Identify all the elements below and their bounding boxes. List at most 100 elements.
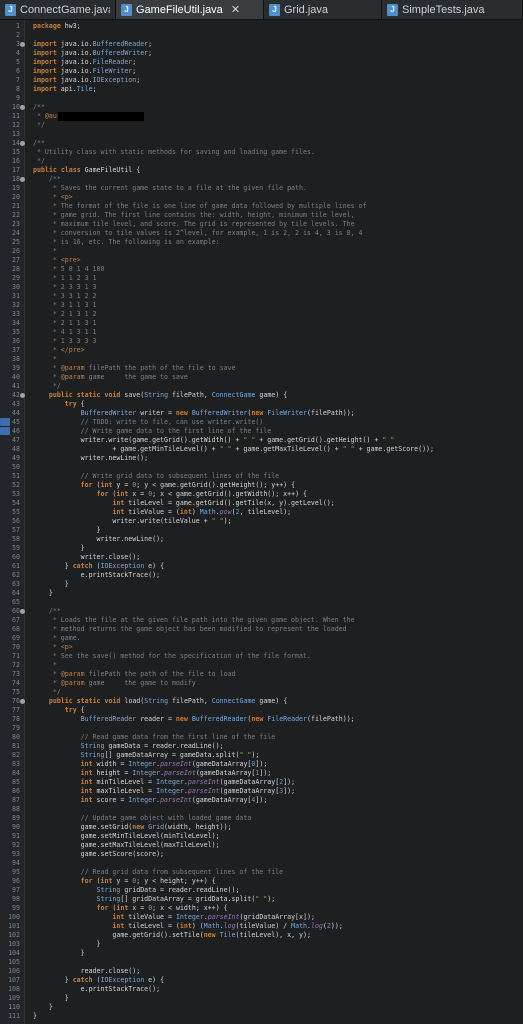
code-line[interactable]: 16 */ [0,157,523,166]
code-line[interactable]: 101 int tileLevel = (int) (Math.log(tile… [0,922,523,931]
code-line[interactable]: 66 /** [0,607,523,616]
code-line[interactable]: 22 * game grid. The first line contains … [0,211,523,220]
code-line[interactable]: 105 [0,958,523,967]
code-line[interactable]: 76 public static void load(String filePa… [0,697,523,706]
code-line[interactable]: 43 try { [0,400,523,409]
code-line[interactable]: 74 * @param game the game to modify [0,679,523,688]
code-line[interactable]: 40 * @param game the game to save [0,373,523,382]
code-line[interactable]: 110 } [0,1003,523,1012]
code-line[interactable]: 96 for (int y = 0; y < height; y++) { [0,877,523,886]
code-line[interactable]: 75 */ [0,688,523,697]
code-line[interactable]: 46 // Write game data to the first line … [0,427,523,436]
code-line[interactable]: 98 String[] gridDataArray = gridData.spl… [0,895,523,904]
code-line[interactable]: 41 */ [0,382,523,391]
code-line[interactable]: 71 * See the save() method for the speci… [0,652,523,661]
code-line[interactable]: 38 * [0,355,523,364]
code-line[interactable]: 45 // TODO: write to file, can use write… [0,418,523,427]
code-line[interactable]: 103 } [0,940,523,949]
code-line[interactable]: 92 game.setMaxTileLevel(maxTileLevel); [0,841,523,850]
code-line[interactable]: 65 [0,598,523,607]
code-line[interactable]: 42 public static void save(String filePa… [0,391,523,400]
code-line[interactable]: 93 game.setScore(score); [0,850,523,859]
code-line[interactable]: 85 int minTileLevel = Integer.parseInt(g… [0,778,523,787]
code-line[interactable]: 23 * maximum tile level, and score. The … [0,220,523,229]
code-line[interactable]: 68 * method returns the game object has … [0,625,523,634]
code-line[interactable]: 18 /** [0,175,523,184]
code-line[interactable]: 29 * 1 1 2 3 1 [0,274,523,283]
code-line[interactable]: 108 e.printStackTrace(); [0,985,523,994]
code-line[interactable]: 81 String gameData = reader.readLine(); [0,742,523,751]
code-line[interactable]: 19 * Saves the current game state to a f… [0,184,523,193]
code-line[interactable]: 52 for (int y = 0; y < game.getGrid().ge… [0,481,523,490]
code-line[interactable]: 99 for (int x = 0; x < width; x++) { [0,904,523,913]
code-line[interactable]: 11 * @author [0,112,523,121]
code-line[interactable]: 80 // Read game data from the first line… [0,733,523,742]
code-line[interactable]: 36 * 1 3 3 3 3 [0,337,523,346]
code-line[interactable]: 12 */ [0,121,523,130]
code-line[interactable]: 34 * 2 1 1 3 1 [0,319,523,328]
code-line[interactable]: 78 BufferedReader reader = new BufferedR… [0,715,523,724]
code-line[interactable]: 14 /** [0,139,523,148]
code-line[interactable]: 1 package hw3; [0,22,523,31]
code-line[interactable]: 57 } [0,526,523,535]
code-line[interactable]: 30 * 2 3 3 1 3 [0,283,523,292]
code-line[interactable]: 59 } [0,544,523,553]
code-line[interactable]: 62 e.printStackTrace(); [0,571,523,580]
code-line[interactable]: 106 reader.close(); [0,967,523,976]
code-line[interactable]: 77 try { [0,706,523,715]
code-line[interactable]: 31 * 3 3 1 2 2 [0,292,523,301]
code-line[interactable]: 109 } [0,994,523,1003]
code-line[interactable]: 63 } [0,580,523,589]
fold-toggle-icon[interactable] [20,609,25,614]
code-line[interactable]: 100 int tileValue = Integer.parseInt(gri… [0,913,523,922]
code-line[interactable]: 82 String[] gameDataArray = gameData.spl… [0,751,523,760]
code-line[interactable]: 28 * 5 8 1 4 100 [0,265,523,274]
code-line[interactable]: 32 * 3 1 1 3 1 [0,301,523,310]
code-line[interactable]: 49 writer.newLine(); [0,454,523,463]
code-line[interactable]: 72 * [0,661,523,670]
code-line[interactable]: 87 int score = Integer.parseInt(gameData… [0,796,523,805]
code-line[interactable]: 67 * Loads the file at the given file pa… [0,616,523,625]
code-line[interactable]: 91 game.setMinTileLevel(minTileLevel); [0,832,523,841]
code-line[interactable]: 6 import java.io.FileWriter; [0,67,523,76]
todo-marker-icon[interactable] [0,418,10,426]
code-line[interactable]: 8 import api.Tile; [0,85,523,94]
code-line[interactable]: 44 BufferedWriter writer = new BufferedW… [0,409,523,418]
code-line[interactable]: 102 game.getGrid().setTile(new Tile(tile… [0,931,523,940]
code-line[interactable]: 35 * 4 1 3 1 1 [0,328,523,337]
code-line[interactable]: 107 } catch (IOException e) { [0,976,523,985]
code-line[interactable]: 60 writer.close(); [0,553,523,562]
fold-toggle-icon[interactable] [20,105,25,110]
fold-toggle-icon[interactable] [20,42,25,47]
fold-toggle-icon[interactable] [20,141,25,146]
code-line[interactable]: 94 [0,859,523,868]
code-line[interactable]: 64 } [0,589,523,598]
code-editor[interactable]: 1 package hw3; 2 3 import java.io.BufferedRe… [0,20,523,1024]
code-line[interactable]: 2 [0,31,523,40]
todo-marker-icon[interactable] [0,427,10,435]
code-line[interactable]: 17 public class GameFileUtil { [0,166,523,175]
code-line[interactable]: 61 } catch (IOException e) { [0,562,523,571]
code-line[interactable]: 24 * conversion to tile values is 2^leve… [0,229,523,238]
code-line[interactable]: 95 // Read grid data from subsequent lin… [0,868,523,877]
code-line[interactable]: 3 import java.io.BufferedReader; [0,40,523,49]
code-line[interactable]: 25 * is 16, etc. The following is an exa… [0,238,523,247]
code-line[interactable]: 9 [0,94,523,103]
code-line[interactable]: 51 // Write grid data to subsequent line… [0,472,523,481]
close-tab-icon[interactable]: ✕ [231,3,240,16]
code-line[interactable]: 73 * @param filePath the path of the fil… [0,670,523,679]
code-line[interactable]: 47 writer.write(game.getGrid().getWidth(… [0,436,523,445]
code-line[interactable]: 15 * Utility class with static methods f… [0,148,523,157]
code-line[interactable]: 7 import java.io.IOException; [0,76,523,85]
code-line[interactable]: 27 * <pre> [0,256,523,265]
code-line[interactable]: 33 * 2 1 3 1 2 [0,310,523,319]
code-line[interactable]: 70 * <p> [0,643,523,652]
code-line[interactable]: 21 * The format of the file is one line … [0,202,523,211]
code-line[interactable]: 69 * game. [0,634,523,643]
code-line[interactable]: 37 * </pre> [0,346,523,355]
code-line[interactable]: 5 import java.io.FileReader; [0,58,523,67]
code-line[interactable]: 79 [0,724,523,733]
tab-connectgame[interactable]: J ConnectGame.java [0,0,116,19]
fold-toggle-icon[interactable] [20,699,25,704]
code-line[interactable]: 48 + game.getMinTileLevel() + " " + game… [0,445,523,454]
